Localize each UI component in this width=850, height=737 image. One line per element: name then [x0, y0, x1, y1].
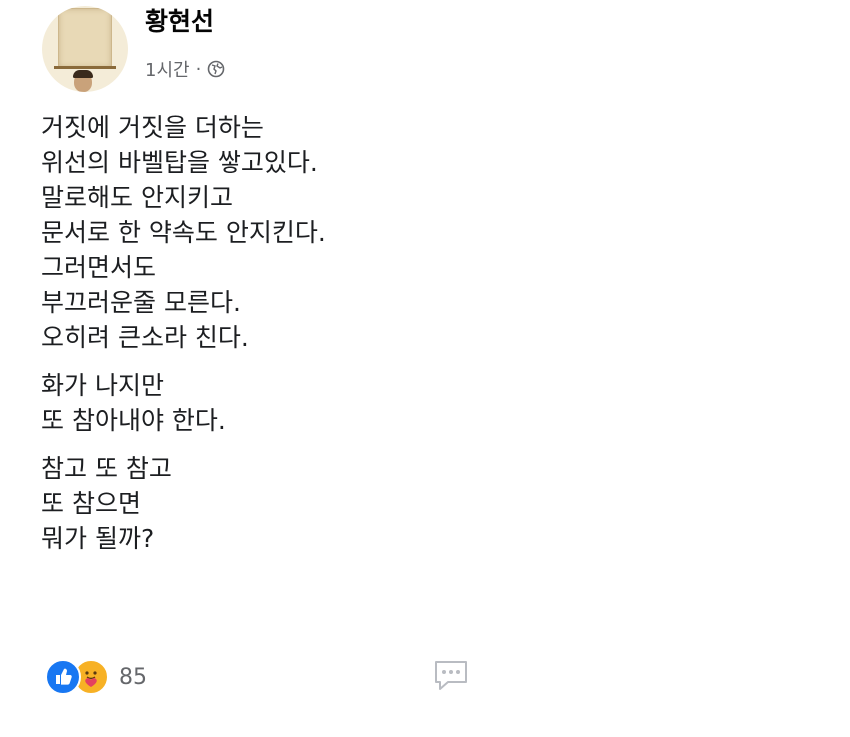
post-text-line: 또 참아내야 한다.	[41, 406, 226, 435]
author-avatar[interactable]	[42, 6, 128, 92]
post-meta: 1시간 ·	[145, 56, 225, 82]
post-text-line: 말로해도 안지키고	[41, 183, 233, 212]
post-text-line: 참고 또 참고	[41, 454, 172, 483]
post-text-line: 거짓에 거짓을 더하는	[41, 113, 264, 142]
post-text-line: 화가 나지만	[41, 371, 164, 400]
post-timestamp[interactable]: 1시간	[145, 56, 190, 82]
post-paragraph: 화가 나지만또 참아내야 한다.	[41, 368, 741, 438]
post-text-line: 또 참으면	[41, 489, 141, 518]
post-text-line: 문서로 한 약속도 안지킨다.	[41, 218, 326, 247]
globe-icon[interactable]	[207, 60, 225, 78]
meta-separator: ·	[195, 58, 202, 80]
post-paragraph: 거짓에 거짓을 더하는위선의 바벨탑을 쌓고있다. 말로해도 안지키고문서로 한 …	[41, 110, 741, 355]
post-text-line: 그러면서도	[41, 253, 157, 282]
post-paragraph: 참고 또 참고또 참으면뭐가 될까?	[41, 451, 741, 556]
post-text: 거짓에 거짓을 더하는위선의 바벨탑을 쌓고있다. 말로해도 안지키고문서로 한 …	[41, 110, 741, 569]
post-text-line: 위선의 바벨탑을 쌓고있다.	[41, 148, 318, 177]
post-text-line: 부끄러운줄 모른다.	[41, 288, 241, 317]
comment-icon[interactable]	[432, 658, 470, 694]
reaction-count[interactable]: 85	[119, 665, 147, 690]
post-text-line: 오히려 큰소라 친다.	[41, 323, 249, 352]
post-card: 황현선 1시간 · 거짓에 거짓을 더하는위선의 바벨탑을 쌓고있다. 말로해도 …	[0, 0, 850, 737]
like-icon	[45, 659, 81, 695]
reactions-summary[interactable]: 85	[45, 658, 147, 696]
avatar-scroll-rod	[54, 66, 116, 69]
author-name[interactable]: 황현선	[145, 5, 214, 39]
avatar-document-image	[58, 8, 112, 68]
avatar-hair	[73, 70, 93, 78]
post-text-line: 뭐가 될까?	[41, 524, 155, 553]
